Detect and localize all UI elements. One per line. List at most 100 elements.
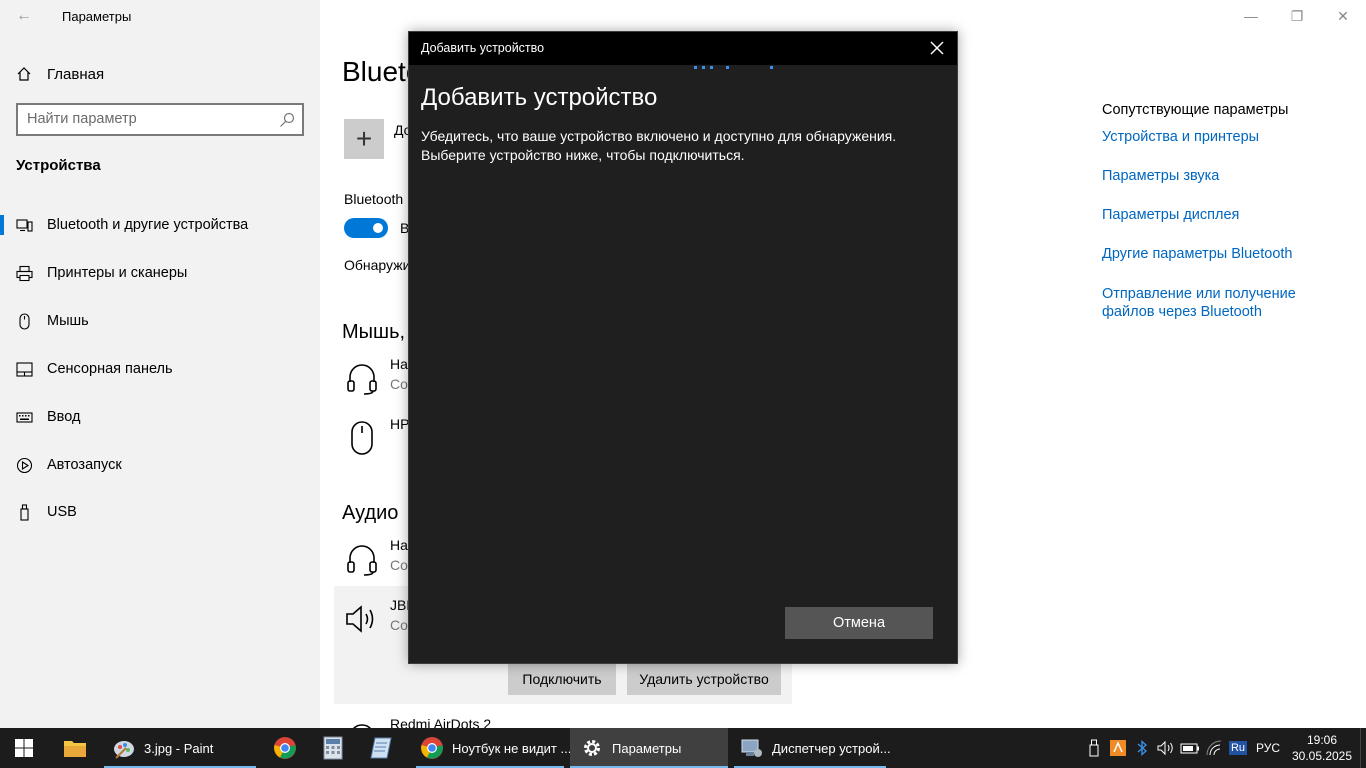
progress-dots-icon <box>694 66 773 69</box>
sidebar-item-bluetooth[interactable]: Bluetooth и другие устройства <box>0 205 320 245</box>
device-status: Co <box>390 557 408 573</box>
home-icon <box>17 67 31 81</box>
sidebar-item-label: Мышь <box>47 313 89 329</box>
minimize-icon[interactable]: — <box>1228 0 1274 32</box>
network-wifi-icon[interactable] <box>1202 736 1226 760</box>
printer-icon <box>16 265 33 281</box>
sidebar-item-label: Сенсорная панель <box>47 361 173 377</box>
usb-drive-icon[interactable] <box>1082 736 1106 760</box>
sidebar-item-mouse[interactable]: Мышь <box>0 301 320 341</box>
usb-icon <box>20 503 29 521</box>
start-button[interactable] <box>0 728 48 768</box>
sidebar-item-usb[interactable]: USB <box>0 492 320 532</box>
taskbar-explorer[interactable] <box>52 728 98 768</box>
section-title: Устройства <box>16 157 101 174</box>
show-desktop-button[interactable] <box>1360 728 1366 768</box>
group-title-audio: Аудио <box>342 502 399 524</box>
close-window-icon[interactable]: ✕ <box>1320 0 1366 32</box>
settings-gear-icon <box>584 740 600 756</box>
speaker-icon <box>346 605 374 633</box>
close-icon[interactable] <box>929 40 945 56</box>
language-badge: Ru <box>1228 741 1247 755</box>
input-language[interactable]: РУС <box>1256 741 1280 755</box>
taskbar-app-chrome-window[interactable]: Ноутбук не видит ... <box>416 728 571 768</box>
autoplay-icon <box>16 457 33 473</box>
paint-icon <box>114 741 134 759</box>
taskbar-app-label: Ноутбук не видит ... <box>452 740 572 756</box>
device-name: HP <box>390 416 410 432</box>
dialog-heading: Добавить устройство <box>421 84 658 111</box>
notepad-icon <box>370 737 392 759</box>
sidebar-item-printers[interactable]: Принтеры и сканеры <box>0 253 320 293</box>
taskbar-app-label: Диспетчер устрой... <box>772 740 891 756</box>
device-manager-icon <box>741 739 762 757</box>
headset-icon <box>347 364 377 395</box>
sidebar-item-autoplay[interactable]: Автозапуск <box>0 445 320 485</box>
touchpad-icon <box>16 361 33 377</box>
dialog-description: Убедитесь, что ваше устройство включено … <box>421 127 941 165</box>
taskbar: 3.jpg - Paint Ноутбук не видит ... Парам… <box>0 728 1366 768</box>
device-status: Co <box>390 617 408 633</box>
link-bluetooth-file-transfer[interactable]: Отправление или получение файлов через B… <box>1102 285 1352 321</box>
app-tray-icon[interactable] <box>1106 736 1130 760</box>
sidebar-item-input[interactable]: Ввод <box>0 397 320 437</box>
cancel-button[interactable]: Отмена <box>785 607 933 639</box>
sidebar-item-label: Bluetooth и другие устройства <box>47 217 249 233</box>
home-label: Главная <box>47 65 105 83</box>
window-title: Параметры <box>62 9 132 24</box>
mouse-icon <box>351 421 373 455</box>
add-device-button[interactable]: + <box>344 119 384 159</box>
taskbar-app-settings[interactable]: Параметры <box>570 728 728 768</box>
add-device-dialog: Добавить устройство Добавить устройство … <box>408 31 958 664</box>
mouse-icon <box>19 312 30 330</box>
device-name: Ha <box>390 537 408 553</box>
search-icon[interactable] <box>279 112 295 128</box>
remove-device-button[interactable]: Удалить устройство <box>627 663 781 695</box>
calculator-icon <box>323 736 343 760</box>
link-display-settings[interactable]: Параметры дисплея <box>1102 206 1362 224</box>
sidebar-item-label: Автозапуск <box>47 457 122 473</box>
keyboard-icon <box>16 411 33 423</box>
discoverable-text: Обнаружи <box>344 257 411 273</box>
related-settings: Сопутствующие параметры Устройства и при… <box>1102 102 1362 321</box>
plus-icon: + <box>355 123 373 154</box>
connect-button[interactable]: Подключить <box>508 663 616 695</box>
taskbar-app-chrome[interactable] <box>262 728 308 768</box>
system-tray: Ru РУС 19:06 30.05.2025 <box>1082 728 1366 768</box>
dialog-description-line: Убедитесь, что ваше устройство включено … <box>421 128 897 144</box>
home-nav-item[interactable]: Главная <box>16 63 104 85</box>
dialog-description-line: Выберите устройство ниже, чтобы подключи… <box>421 147 745 163</box>
language-badge-icon[interactable]: Ru <box>1226 736 1250 760</box>
link-more-bluetooth[interactable]: Другие параметры Bluetooth <box>1102 245 1362 263</box>
device-item[interactable]: Redmi AirDots 2 <box>344 716 764 728</box>
battery-icon[interactable] <box>1178 736 1202 760</box>
search-box[interactable] <box>16 103 304 136</box>
dialog-titlebar: Добавить устройство <box>409 32 957 65</box>
search-input[interactable] <box>27 111 267 127</box>
taskbar-app-label: 3.jpg - Paint <box>144 740 214 756</box>
taskbar-app-paint[interactable]: 3.jpg - Paint <box>104 728 256 768</box>
link-sound-settings[interactable]: Параметры звука <box>1102 167 1362 185</box>
settings-sidebar: ← Параметры Главная Устройства Bluetooth… <box>0 0 320 728</box>
back-button[interactable]: ← <box>12 4 36 28</box>
taskbar-app-device-manager[interactable]: Диспетчер устрой... <box>734 728 891 768</box>
restore-icon[interactable]: ❐ <box>1274 0 1320 32</box>
taskbar-clock[interactable]: 19:06 30.05.2025 <box>1286 732 1358 764</box>
headset-icon <box>353 724 371 728</box>
group-title-mouse: Мышь, <box>342 321 406 343</box>
chrome-icon <box>274 737 296 759</box>
volume-icon[interactable] <box>1154 736 1178 760</box>
device-name: Ha <box>390 356 408 372</box>
bluetooth-icon[interactable] <box>1130 736 1154 760</box>
sidebar-item-label: Ввод <box>47 409 81 425</box>
dialog-titlebar-text: Добавить устройство <box>421 41 545 55</box>
taskbar-app-notepad[interactable] <box>358 728 404 768</box>
bluetooth-toggle[interactable] <box>344 218 388 238</box>
sidebar-item-label: Принтеры и сканеры <box>47 265 188 281</box>
sidebar-item-touchpad[interactable]: Сенсорная панель <box>0 349 320 389</box>
link-devices-printers[interactable]: Устройства и принтеры <box>1102 128 1362 146</box>
window-controls: — ❐ ✕ <box>1228 0 1366 32</box>
taskbar-app-calculator[interactable] <box>310 728 356 768</box>
bluetooth-devices-icon <box>16 218 33 232</box>
folder-icon <box>64 741 86 757</box>
